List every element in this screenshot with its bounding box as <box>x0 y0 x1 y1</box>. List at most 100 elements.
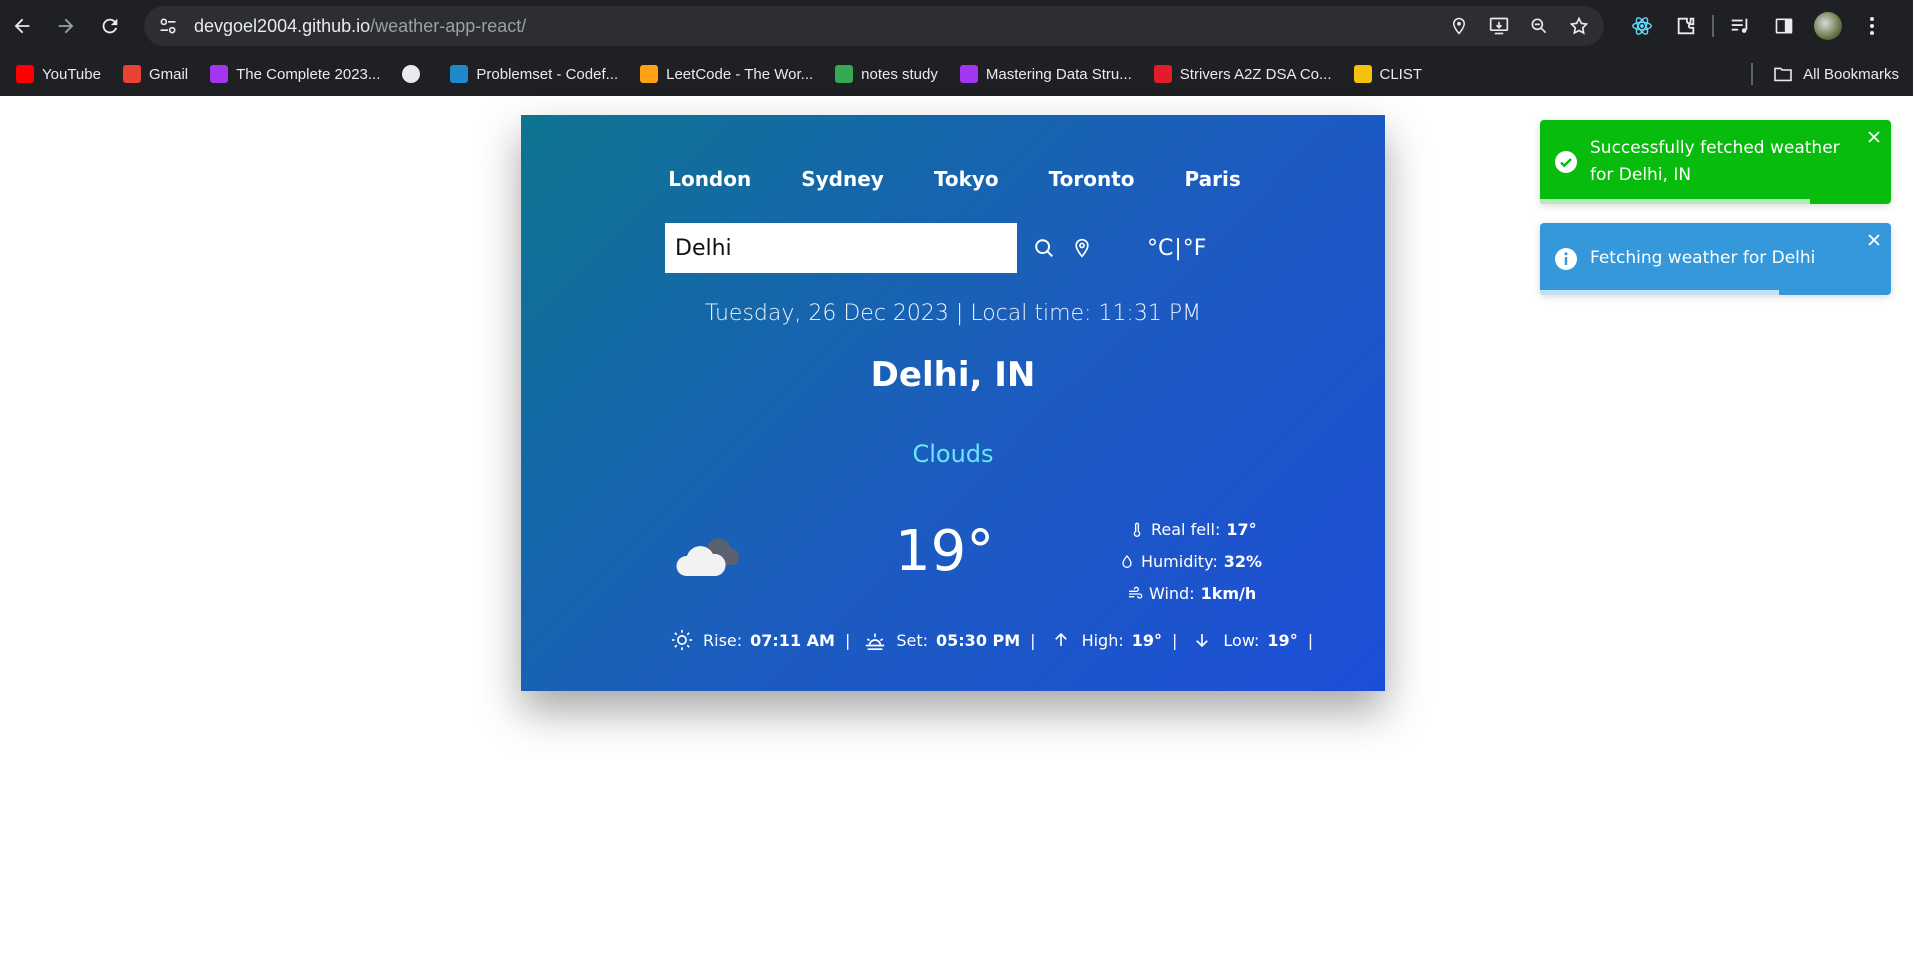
weather-condition: Clouds <box>912 440 994 468</box>
city-button-paris[interactable]: Paris <box>1182 167 1241 191</box>
wind-icon <box>1129 586 1143 599</box>
url-path: /weather-app-react/ <box>370 15 527 36</box>
location-pin-icon[interactable] <box>1444 11 1474 41</box>
weather-card: London Sydney Tokyo Toronto Paris °C | °F Tu… <box>521 115 1385 691</box>
close-icon[interactable] <box>1865 231 1883 249</box>
bookmark-label: Gmail <box>148 65 189 83</box>
bookmark-item[interactable]: Gmail <box>115 58 196 90</box>
bookmark-favicon-icon <box>122 65 141 83</box>
bookmarks-bar: YouTube Gmail The Complete 2023... Problems… <box>0 52 1913 96</box>
media-control-icon[interactable] <box>1722 8 1758 44</box>
city-button-tokyo[interactable]: Tokyo <box>931 167 999 191</box>
bookmark-item[interactable]: notes study <box>827 58 946 90</box>
bookmark-favicon-icon <box>1153 65 1172 83</box>
arrow-up-icon <box>1050 629 1072 651</box>
react-devtools-icon[interactable] <box>1624 8 1660 44</box>
site-info-icon[interactable] <box>148 6 188 46</box>
search-icon[interactable] <box>1029 233 1059 263</box>
city-button-london[interactable]: London <box>665 167 751 191</box>
bookmark-item[interactable]: LeetCode - The Wor... <box>632 58 821 90</box>
bookmark-label: YouTube <box>42 65 101 83</box>
reload-icon <box>102 18 118 34</box>
arrow-right-icon <box>58 18 74 34</box>
bookmark-item[interactable]: Mastering Data Stru... <box>952 58 1140 90</box>
sunrise-label: Rise: <box>703 630 743 650</box>
bookmark-item[interactable]: Problemset - Codef... <box>442 58 626 90</box>
real-feel-row: Real fell: 17° <box>1129 514 1262 546</box>
celsius-button[interactable]: °C <box>1147 236 1173 261</box>
address-bar[interactable]: devgoel2004.github.io/weather-app-react/ <box>144 6 1604 46</box>
bookmark-star-icon[interactable] <box>1564 11 1594 41</box>
bookmark-favicon-icon <box>959 65 978 83</box>
humidity-value: 32% <box>1223 552 1263 571</box>
close-icon[interactable] <box>1865 128 1883 146</box>
divider: | <box>1172 630 1178 650</box>
bookmark-label: The Complete 2023... <box>236 65 381 83</box>
location-title: Delhi, IN <box>870 355 1036 395</box>
info-icon <box>1555 248 1577 270</box>
droplet-icon <box>1122 554 1132 568</box>
browser-toolbar: devgoel2004.github.io/weather-app-react/ <box>0 0 1913 52</box>
folder-icon <box>1774 67 1792 82</box>
sunset-value: 05:30 PM <box>936 630 1021 650</box>
install-app-icon[interactable] <box>1484 11 1514 41</box>
profile-avatar[interactable] <box>1810 8 1846 44</box>
back-button[interactable] <box>0 4 44 48</box>
bookmark-label: Strivers A2Z DSA Co... <box>1179 65 1332 83</box>
humidity-row: Humidity: 32% <box>1119 546 1262 578</box>
bookmark-item[interactable]: CLIST <box>1346 58 1431 90</box>
wind-value: 1km/h <box>1200 584 1257 603</box>
low-label: Low: <box>1223 630 1260 650</box>
extensions-puzzle-icon[interactable] <box>1668 8 1704 44</box>
real-feel-label: Real fell: <box>1151 520 1221 539</box>
bookmark-item[interactable] <box>394 58 436 90</box>
kebab-menu-icon[interactable] <box>1854 8 1890 44</box>
bookmark-label: notes study <box>861 65 938 83</box>
reload-button[interactable] <box>88 4 132 48</box>
cloud-icon <box>676 538 739 576</box>
bookmark-favicon-icon <box>1353 65 1372 83</box>
thermometer-icon <box>1133 522 1141 537</box>
all-bookmarks-label[interactable]: All Bookmarks <box>1803 66 1899 83</box>
success-toast[interactable]: Successfully fetched weather for Delhi, … <box>1540 120 1891 204</box>
location-icon[interactable] <box>1067 233 1097 263</box>
unit-separator: | <box>1174 235 1182 261</box>
toast-progress-bar <box>1540 290 1779 295</box>
date-time: Tuesday, 26 Dec 2023 | Local time: 11:31… <box>704 301 1202 326</box>
sunset-label: Set: <box>896 630 929 650</box>
low-value: 19° <box>1267 630 1298 650</box>
high-value: 19° <box>1131 630 1162 650</box>
bookmark-item[interactable]: Strivers A2Z DSA Co... <box>1146 58 1340 90</box>
city-button-toronto[interactable]: Toronto <box>1046 167 1135 191</box>
bookmark-favicon-icon <box>450 65 469 83</box>
arrow-left-icon <box>14 18 30 34</box>
url-host: devgoel2004.github.io <box>194 15 371 36</box>
side-panel-icon[interactable] <box>1766 8 1802 44</box>
city-button-sydney[interactable]: Sydney <box>798 167 884 191</box>
bookmark-favicon-icon <box>210 65 229 83</box>
bookmark-label: CLIST <box>1379 65 1423 83</box>
search-input[interactable] <box>665 223 1017 273</box>
url-text[interactable]: devgoel2004.github.io/weather-app-react/ <box>194 16 526 37</box>
bookmark-favicon-icon <box>16 65 34 83</box>
fahrenheit-button[interactable]: °F <box>1183 236 1207 261</box>
bookmark-item[interactable]: The Complete 2023... <box>202 58 388 90</box>
sun-temp-row: Rise: 07:11 AM | Set: 05:30 PM | High: 1… <box>671 629 1327 651</box>
high-label: High: <box>1081 630 1124 650</box>
bookmark-item[interactable]: YouTube <box>8 58 109 90</box>
zoom-icon[interactable] <box>1524 11 1554 41</box>
bookmark-favicon-icon <box>640 65 659 83</box>
info-toast[interactable]: Fetching weather for Delhi <box>1540 223 1891 295</box>
real-feel-value: 17° <box>1226 520 1257 539</box>
weather-details: Real fell: 17° Humidity: 32% Wind: 1km/h <box>1109 514 1262 610</box>
bookmark-label: Problemset - Codef... <box>476 65 619 83</box>
forward-button[interactable] <box>44 4 88 48</box>
toast-message: Fetching weather for Delhi <box>1590 248 1816 268</box>
sunset-icon <box>864 629 886 651</box>
toolbar-divider <box>1712 15 1714 37</box>
search-row: °C | °F <box>665 223 1206 273</box>
check-circle-icon <box>1555 151 1577 173</box>
wind-row: Wind: 1km/h <box>1127 578 1262 610</box>
bookmark-label: Mastering Data Stru... <box>985 65 1132 83</box>
bookmark-label: LeetCode - The Wor... <box>666 65 814 83</box>
